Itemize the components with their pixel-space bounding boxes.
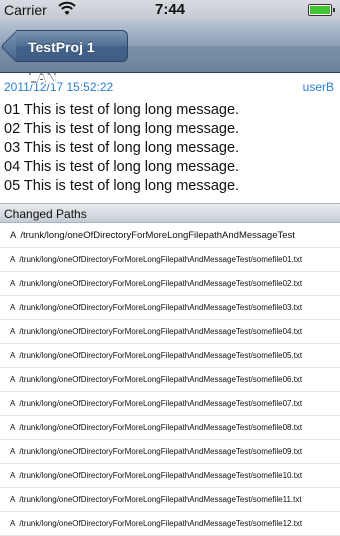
message-body: 01 This is test of long long message. 02…	[4, 101, 239, 196]
path-row[interactable]: A/trunk/long/oneOfDirectoryForMoreLongFi…	[0, 272, 340, 296]
path-row[interactable]: A/trunk/long/oneOfDirectoryForMoreLongFi…	[0, 224, 340, 248]
path-action: A	[10, 351, 16, 360]
path-row[interactable]: A/trunk/long/oneOfDirectoryForMoreLongFi…	[0, 320, 340, 344]
changed-paths-list: A/trunk/long/oneOfDirectoryForMoreLongFi…	[0, 224, 340, 536]
path-action: A	[10, 471, 16, 480]
path-text: /trunk/long/oneOfDirectoryForMoreLongFil…	[19, 279, 303, 288]
path-action: A	[10, 303, 16, 312]
path-row[interactable]: A/trunk/long/oneOfDirectoryForMoreLongFi…	[0, 440, 340, 464]
path-action: A	[10, 519, 16, 528]
path-action: A	[10, 230, 17, 241]
path-row[interactable]: A/trunk/long/oneOfDirectoryForMoreLongFi…	[0, 296, 340, 320]
path-action: A	[10, 399, 16, 408]
path-row[interactable]: A/trunk/long/oneOfDirectoryForMoreLongFi…	[0, 512, 340, 536]
message-date: 2011/12/17 15:52:22	[4, 80, 114, 94]
path-row[interactable]: A/trunk/long/oneOfDirectoryForMoreLongFi…	[0, 344, 340, 368]
path-text: /trunk/long/oneOfDirectoryForMoreLongFil…	[19, 399, 303, 408]
path-text: /trunk/long/oneOfDirectoryForMoreLongFil…	[19, 303, 303, 312]
path-row[interactable]: A/trunk/long/oneOfDirectoryForMoreLongFi…	[0, 416, 340, 440]
path-text: /trunk/long/oneOfDirectoryForMoreLongFil…	[19, 471, 303, 480]
battery-level-fill	[310, 6, 330, 14]
path-text: /trunk/long/oneOfDirectoryForMoreLongFil…	[19, 447, 303, 456]
path-text: /trunk/long/oneOfDirectoryForMoreLongFil…	[19, 255, 303, 264]
path-action: A	[10, 279, 16, 288]
path-action: A	[10, 447, 16, 456]
changed-paths-header: Changed Paths	[0, 203, 340, 223]
message-line: 01 This is test of long long message.	[4, 102, 240, 118]
message-line: 04 This is test of long long message.	[4, 159, 240, 175]
path-row[interactable]: A/trunk/long/oneOfDirectoryForMoreLongFi…	[0, 464, 340, 488]
back-button-container: TestProj 1 LAN	[10, 20, 140, 87]
battery-nub	[333, 8, 335, 12]
path-action: A	[10, 375, 16, 384]
clock: 7:44	[154, 1, 186, 18]
path-text: /trunk/long/oneOfDirectoryForMoreLongFil…	[19, 423, 303, 432]
message-line: 05 This is test of long long message.	[4, 178, 240, 194]
status-bar: Carrier 7:44	[0, 0, 340, 20]
path-action: A	[10, 423, 16, 432]
path-action: A	[10, 495, 16, 504]
path-text: /trunk/long/oneOfDirectoryForMoreLongFil…	[19, 519, 303, 528]
path-text: /trunk/long/oneOfDirectoryForMoreLongFil…	[20, 230, 295, 241]
path-row[interactable]: A/trunk/long/oneOfDirectoryForMoreLongFi…	[0, 248, 340, 272]
navigation-bar: TestProj 1 LAN	[0, 20, 340, 87]
path-row[interactable]: A/trunk/long/oneOfDirectoryForMoreLongFi…	[0, 488, 340, 512]
message-user[interactable]: userB	[303, 80, 334, 94]
path-row[interactable]: A/trunk/long/oneOfDirectoryForMoreLongFi…	[0, 392, 340, 416]
message-line: 02 This is test of long long message.	[4, 121, 240, 137]
path-action: A	[10, 255, 16, 264]
path-text: /trunk/long/oneOfDirectoryForMoreLongFil…	[19, 327, 303, 336]
battery-icon	[308, 4, 335, 16]
path-text: /trunk/long/oneOfDirectoryForMoreLongFil…	[19, 495, 302, 504]
path-row[interactable]: A/trunk/long/oneOfDirectoryForMoreLongFi…	[0, 368, 340, 392]
path-action: A	[10, 327, 16, 336]
message-line: 03 This is test of long long message.	[4, 140, 240, 156]
back-button[interactable]: TestProj 1 LAN	[16, 30, 128, 87]
path-text: /trunk/long/oneOfDirectoryForMoreLongFil…	[19, 351, 303, 360]
path-text: /trunk/long/oneOfDirectoryForMoreLongFil…	[19, 375, 303, 384]
